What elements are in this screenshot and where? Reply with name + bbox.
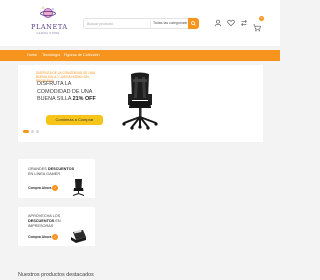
cart-button[interactable]: 0: [253, 16, 264, 32]
promo-card-gamer[interactable]: Grandes descuentos en Línea Gamer Compra…: [18, 159, 95, 198]
gaming-chair-image: [122, 72, 158, 130]
search-button[interactable]: [188, 18, 199, 29]
promo-title-pre: Aprovecha los: [28, 214, 61, 218]
nav-item-home[interactable]: Home: [27, 50, 37, 61]
site-header: PLANETA GAMING STORE Todas las categoría…: [0, 0, 280, 46]
cart-icon: [253, 24, 261, 32]
chevron-down-icon: ▾: [185, 21, 187, 25]
promo-card-printers[interactable]: Aprovecha los descuentos en Impresoras C…: [18, 207, 95, 246]
user-icon[interactable]: [214, 19, 222, 27]
carousel-dot[interactable]: [31, 130, 34, 133]
planet-logo-icon: [40, 7, 56, 18]
promo-title-bold: descuentos: [47, 167, 75, 171]
printer-image: [71, 230, 86, 243]
gaming-chair-image: [72, 179, 85, 196]
search-bar: Todas las categorías ▾: [83, 18, 199, 29]
hero-banner: Disfruta de la comodidad de una buena si…: [18, 65, 263, 142]
promo-title: Aprovecha los descuentos en Impresoras: [28, 214, 80, 229]
promo-title-bold: descuentos: [28, 219, 55, 223]
nav-item-tecnologia[interactable]: Tecnología: [42, 50, 60, 61]
arrow-right-icon[interactable]: ›: [52, 185, 58, 191]
buy-now-link[interactable]: Compra Ahora: [28, 235, 51, 239]
start-shopping-button[interactable]: Comienza a Comprar: [46, 115, 103, 125]
main-nav: Home Tecnología Figuras de Colección: [0, 50, 280, 61]
promo-title-post: en Línea Gamer: [28, 172, 61, 176]
carousel-dots: [23, 130, 39, 133]
carousel-dot[interactable]: [36, 130, 39, 133]
category-select-value: Todas las categorías: [153, 21, 186, 25]
buy-now-link[interactable]: Compra Ahora: [28, 186, 51, 190]
hero-discount: 21% OFF: [72, 96, 96, 102]
category-select[interactable]: Todas las categorías ▾: [150, 19, 188, 28]
nav-item-figuras[interactable]: Figuras de Colección: [64, 50, 100, 61]
arrow-right-icon[interactable]: ›: [52, 234, 58, 240]
site-logo[interactable]: PLANETA GAMING STORE: [31, 5, 68, 41]
promo-title-pre: Grandes: [28, 167, 47, 171]
promo-title: Grandes descuentos en Línea Gamer: [28, 167, 80, 177]
logo-subtitle: GAMING STORE: [36, 32, 60, 35]
logo-text: PLANETA: [31, 23, 68, 31]
carousel-dot-active[interactable]: [23, 130, 29, 133]
search-input[interactable]: [87, 19, 147, 28]
search-icon: [191, 21, 196, 26]
cart-count-badge: 0: [259, 16, 264, 21]
heart-icon[interactable]: [227, 19, 235, 27]
section-title: Nuestros productos destacados: [18, 272, 94, 278]
compare-icon[interactable]: [240, 19, 248, 27]
hero-title: Disfruta la comodidad de una buena silla…: [37, 81, 101, 104]
